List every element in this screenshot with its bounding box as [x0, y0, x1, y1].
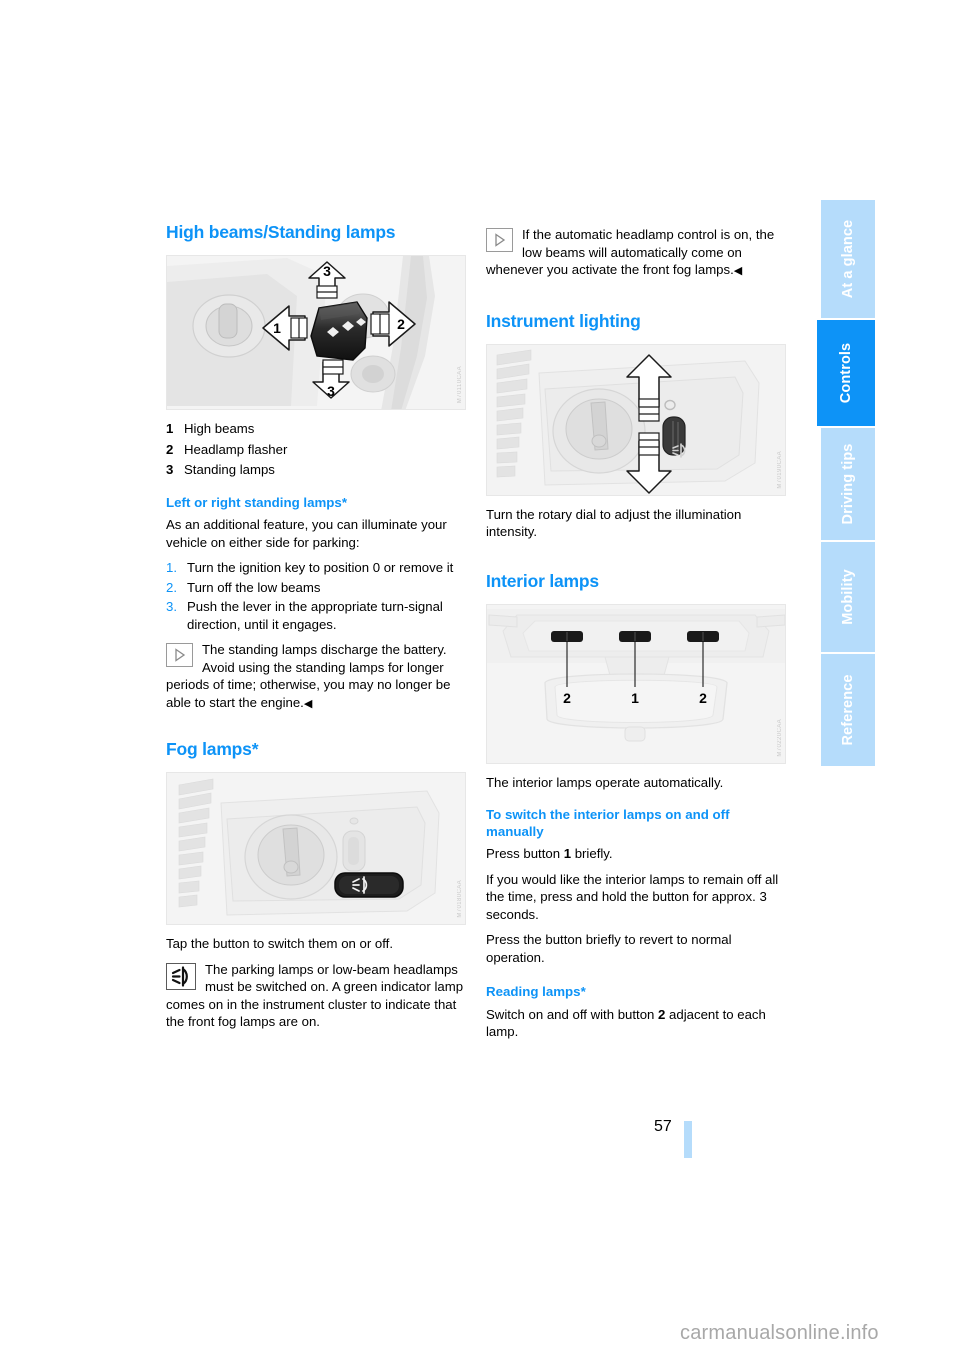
press-button-1-post: briefly. [571, 846, 613, 862]
note-triangle-icon [486, 228, 513, 252]
manual-page: At a glance Controls Driving tips Mobili… [0, 0, 960, 1358]
figure-instrument-lighting-dial: M70190CAA [486, 343, 786, 496]
automatic-headlamp-note: If the automatic headlamp control is on,… [486, 226, 786, 281]
sidebar-tab-driving-tips[interactable]: Driving tips [821, 428, 875, 540]
heading-switch-interior-lamps-manually: To switch the interior lamps on and off … [486, 807, 730, 839]
fog-lamps-note: The parking lamps or low-beam headlamps … [166, 961, 466, 1031]
heading-interior-lamps: Interior lamps [486, 570, 599, 591]
step-item: 1. Turn the ignition key to position 0 o… [166, 559, 466, 577]
interior-lamps-text: The interior lamps operate automatically… [486, 774, 724, 790]
legend-text: Standing lamps [184, 462, 275, 477]
step-text: Turn the ignition key to position 0 or r… [187, 560, 454, 576]
note-end-marker: ◀ [733, 265, 743, 277]
figure-callout-3-bottom: 3 [327, 383, 335, 399]
section-tab-rail: At a glance Controls Driving tips Mobili… [817, 200, 875, 1152]
reading-lamps-pre: Switch on and off with button [486, 1006, 659, 1022]
figure-callout-2: 2 [397, 316, 405, 332]
sidebar-tab-label: Driving tips [840, 443, 856, 525]
figure-reference-code: M70110CAA [457, 365, 463, 403]
legend-item: 3 Standing lamps [166, 461, 466, 479]
press-button-1-text: Press button 1 briefly. [486, 845, 786, 863]
page-number-bar [684, 1121, 692, 1158]
fog-lamps-note-text: The parking lamps or low-beam headlamps … [166, 961, 464, 1030]
reading-lamps-text: Switch on and off with button 2 adjacent… [486, 1006, 786, 1041]
revert-normal-text: Press the button briefly to revert to no… [486, 932, 732, 965]
heading-instrument-lighting: Instrument lighting [486, 310, 641, 331]
step-item: 3. Push the lever in the appropriate tur… [166, 598, 466, 633]
figure-interior-lamps-graphic: 2 1 2 [487, 604, 785, 763]
step-text: Turn off the low beams [187, 579, 321, 595]
sidebar-tab-label: Reference [840, 674, 856, 746]
figure-instrument-lighting-graphic [487, 344, 785, 495]
step-text: Push the lever in the appropriate turn-s… [187, 599, 443, 632]
sidebar-tab-label: Mobility [840, 569, 856, 625]
fog-lamp-icon [166, 962, 196, 990]
legend-item: 1 High beams [166, 420, 466, 438]
figure-callout-2-right: 2 [699, 690, 707, 706]
figure-callout-1-center: 1 [631, 690, 639, 706]
figure-interior-lamps-console: 2 1 2 M70220CAA [486, 603, 786, 764]
hold-button-text: If you would like the interior lamps to … [486, 871, 779, 922]
figure-callout-3-top: 3 [323, 263, 331, 279]
step-number: 2. [166, 579, 177, 595]
fog-lamps-instruction: Tap the button to switch them on or off. [166, 936, 394, 952]
legend-number: 1 [166, 421, 174, 436]
standing-lamps-note: The standing lamps discharge the battery… [166, 641, 466, 713]
figure-reference-code: M70220CAA [777, 718, 783, 757]
heading-left-or-right-standing-lamps: Left or right standing lamps* [166, 494, 347, 510]
figure-callout-2-left: 2 [563, 690, 571, 706]
note-end-marker: ◀ [303, 697, 313, 710]
standing-lamps-steps: 1. Turn the ignition key to position 0 o… [166, 559, 466, 633]
sidebar-tab-controls[interactable]: Controls [817, 320, 875, 426]
legend-text: Headlamp flasher [184, 441, 288, 457]
automatic-headlamp-note-text: If the automatic headlamp control is on,… [486, 227, 775, 277]
press-button-1-number: 1 [563, 846, 572, 862]
sidebar-tab-label: At a glance [840, 219, 856, 299]
figure-high-beam-stalk: 3 3 1 2 M70110CAA [166, 255, 466, 410]
step-number: 1. [166, 560, 177, 576]
high-beam-legend: 1 High beams 2 Headlamp flasher 3 Standi… [166, 420, 466, 479]
figure-reference-code: M70190CAA [777, 450, 783, 489]
step-item: 2. Turn off the low beams [166, 579, 466, 597]
right-column: If the automatic headlamp control is on,… [486, 222, 786, 1049]
site-watermark: carmanualsonline.info [680, 1322, 879, 1344]
sidebar-tab-at-a-glance[interactable]: At a glance [821, 200, 875, 318]
heading-high-beams: High beams/Standing lamps [166, 222, 396, 242]
page-number: 57 [654, 1118, 672, 1135]
heading-reading-lamps: Reading lamps* [486, 984, 586, 1000]
figure-reference-code: M70180CAA [457, 880, 463, 919]
heading-fog-lamps: Fog lamps* [166, 739, 259, 760]
standing-lamps-intro: As an additional feature, you can illumi… [166, 517, 447, 550]
figure-high-beam-stalk-graphic: 3 3 1 2 [167, 256, 465, 409]
legend-number: 3 [166, 462, 174, 477]
left-column: High beams/Standing lamps 3 3 1 2 M70110… [166, 222, 466, 1039]
figure-callout-1: 1 [273, 320, 281, 336]
legend-text: High beams [184, 421, 255, 436]
instrument-lighting-text: Turn the rotary dial to adjust the illum… [486, 506, 742, 540]
press-button-1-pre: Press button [486, 846, 564, 862]
step-number: 3. [166, 599, 177, 615]
legend-number: 2 [166, 441, 174, 457]
note-triangle-icon [166, 643, 193, 668]
legend-item: 2 Headlamp flasher [166, 441, 466, 459]
sidebar-tab-label: Controls [838, 342, 854, 404]
sidebar-tab-mobility[interactable]: Mobility [821, 542, 875, 652]
figure-fog-lamp-switch: M70180CAA [166, 772, 466, 926]
sidebar-tab-reference[interactable]: Reference [821, 654, 875, 766]
figure-fog-lamp-switch-graphic [167, 773, 465, 925]
